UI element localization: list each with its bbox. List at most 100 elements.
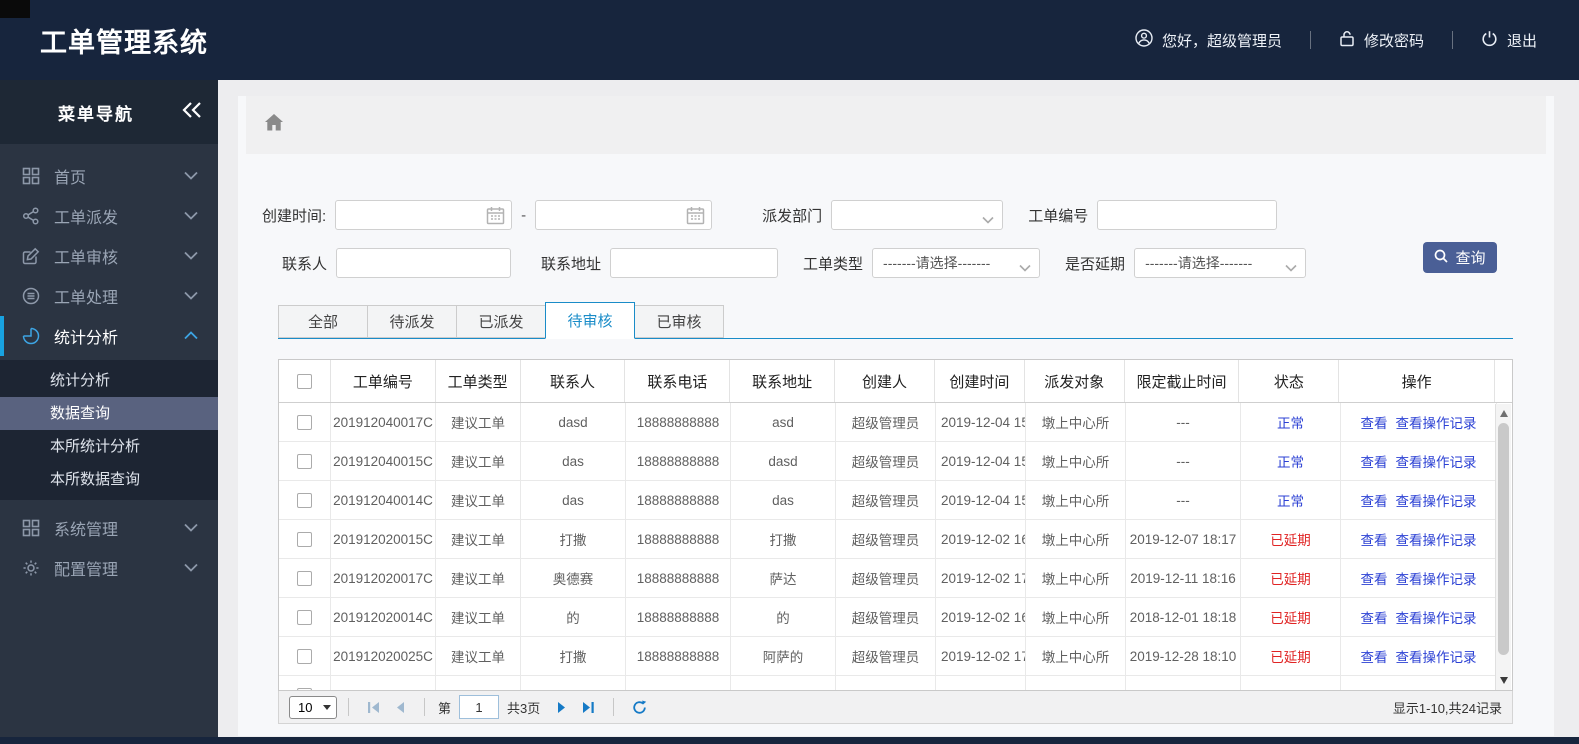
- table-row: 201912020025C 建议工单 打撒 18888888888 阿萨的 超级管理员 20…: [279, 637, 1497, 676]
- create-time-end-input[interactable]: [535, 200, 713, 230]
- sidebar-item-system[interactable]: 系统管理: [0, 508, 218, 548]
- query-button[interactable]: 查询: [1423, 242, 1497, 273]
- deadline: ---: [1176, 492, 1190, 508]
- phone: 18888888888: [636, 570, 720, 586]
- collapse-sidebar-icon[interactable]: [182, 102, 202, 123]
- view-link[interactable]: 查看: [1361, 412, 1388, 432]
- address: 打撒: [769, 533, 797, 548]
- calendar-icon[interactable]: [486, 206, 505, 229]
- calendar-icon[interactable]: [686, 206, 705, 229]
- divider: [1309, 31, 1311, 49]
- sidebar-item-review[interactable]: 工单审核: [0, 236, 218, 276]
- view-log-link[interactable]: 查看操作记录: [1396, 607, 1477, 627]
- scroll-down-arrow[interactable]: [1500, 677, 1508, 684]
- sidebar-item-statistics[interactable]: 统计分析: [0, 316, 218, 356]
- view-link[interactable]: 查看: [1361, 607, 1388, 627]
- page-number-input[interactable]: 1: [459, 695, 500, 719]
- view-link[interactable]: 查看: [1361, 451, 1388, 471]
- page-size-select[interactable]: 10: [289, 695, 337, 719]
- order-no-input[interactable]: [1097, 200, 1278, 230]
- sidebar-item-dispatch[interactable]: 工单派发: [0, 196, 218, 236]
- order-no-label: 工单编号: [1028, 207, 1089, 225]
- refresh-icon[interactable]: [632, 700, 647, 715]
- chevron-up-icon: [184, 327, 198, 345]
- row-checkbox[interactable]: [297, 492, 312, 508]
- grid-icon: [22, 167, 41, 186]
- sidebar-item-process[interactable]: 工单处理: [0, 276, 218, 316]
- create-time-start-input[interactable]: [335, 200, 513, 230]
- tab-to-dispatch[interactable]: 待派发: [367, 305, 457, 338]
- filter-form: 创建时间: - 派发部门 工单编号 联系人 联系地址 工单类型 -------请…: [238, 154, 1554, 278]
- orders-table: 工单编号 工单类型 联系人 联系电话 联系地址 创建人 创建时间 派发对象 限定…: [278, 359, 1513, 691]
- view-log-link[interactable]: 查看操作记录: [1396, 529, 1477, 549]
- divider: [613, 698, 615, 716]
- last-page-button[interactable]: [581, 701, 595, 714]
- scroll-up-arrow[interactable]: [1500, 410, 1508, 417]
- status-badge: 已延期: [1270, 650, 1311, 665]
- prev-page-button[interactable]: [395, 701, 406, 714]
- view-log-link[interactable]: 查看操作记录: [1396, 412, 1477, 432]
- row-checkbox[interactable]: [297, 648, 312, 664]
- contact-input[interactable]: [336, 248, 512, 278]
- row-checkbox[interactable]: [297, 570, 312, 586]
- phone: 18888888888: [636, 414, 720, 430]
- chevron-down-icon: [1285, 259, 1297, 275]
- row-checkbox[interactable]: [297, 687, 312, 690]
- row-checkbox[interactable]: [297, 414, 312, 430]
- database-icon: [22, 287, 41, 306]
- view-log-link[interactable]: 查看操作记录: [1396, 490, 1477, 510]
- contact: 打撒: [559, 533, 587, 548]
- chevron-down-icon: [184, 559, 198, 577]
- table-row: 201912020017C 建议工单 奥德赛 18888888888 萨达 超级管理员 20…: [279, 559, 1497, 598]
- dispatch-dept-label: 派发部门: [762, 207, 823, 225]
- logout-button[interactable]: 退出: [1481, 30, 1537, 51]
- created-time: 2019-12-02 17: [941, 648, 1026, 664]
- row-checkbox[interactable]: [297, 609, 312, 625]
- app-title: 工单管理系统: [40, 27, 208, 58]
- dispatch-target: 墩上中心所: [1041, 533, 1110, 548]
- next-page-button[interactable]: [556, 701, 567, 714]
- status-badge: 正常: [1277, 494, 1304, 509]
- change-password-button[interactable]: 修改密码: [1339, 30, 1424, 51]
- deadline: 2018-12-01 18:18: [1129, 609, 1237, 625]
- view-link[interactable]: 查看: [1361, 529, 1388, 549]
- dispatch-target: 墩上中心所: [1041, 650, 1110, 665]
- vertical-scrollbar[interactable]: [1495, 404, 1511, 690]
- view-link[interactable]: 查看: [1361, 568, 1388, 588]
- order-type-select[interactable]: -------请选择-------: [872, 248, 1041, 278]
- delay-select[interactable]: -------请选择-------: [1134, 248, 1307, 278]
- table-row: 201912040017C 建议工单 dasd 18888888888 asd 超级管理员…: [279, 403, 1497, 442]
- view-log-link[interactable]: 查看操作记录: [1396, 646, 1477, 666]
- divider: [424, 698, 425, 716]
- sidebar-item-home[interactable]: 首页: [0, 156, 218, 196]
- row-checkbox[interactable]: [297, 453, 312, 469]
- user-greeting[interactable]: 您好，超级管理员: [1135, 29, 1282, 51]
- order-no: 201912040017C: [333, 414, 433, 430]
- chevron-down-icon: [184, 167, 198, 185]
- view-link[interactable]: 查看: [1361, 490, 1388, 510]
- status-badge: 已延期: [1270, 533, 1311, 548]
- view-log-link[interactable]: 查看操作记录: [1396, 451, 1477, 471]
- tab-all[interactable]: 全部: [278, 305, 368, 338]
- scrollbar-thumb[interactable]: [1498, 423, 1509, 655]
- home-icon[interactable]: [264, 113, 284, 137]
- dispatch-dept-select[interactable]: [831, 200, 1004, 230]
- select-all-checkbox[interactable]: [296, 373, 312, 389]
- view-link[interactable]: 查看: [1361, 646, 1388, 666]
- sidebar-item-config[interactable]: 配置管理: [0, 548, 218, 588]
- row-checkbox[interactable]: [297, 531, 312, 547]
- submenu-item-office-statistics[interactable]: 本所统计分析: [0, 430, 218, 463]
- submenu-item-office-data-query[interactable]: 本所数据查询: [0, 463, 218, 496]
- created-time: 2019-12-04 15: [941, 414, 1026, 430]
- address-input[interactable]: [610, 248, 779, 278]
- tab-reviewed[interactable]: 已审核: [634, 305, 724, 338]
- order-type: 建议工单: [451, 650, 505, 665]
- submenu-item-statistics[interactable]: 统计分析: [0, 364, 218, 397]
- view-log-link[interactable]: 查看操作记录: [1396, 568, 1477, 588]
- first-page-button[interactable]: [367, 701, 381, 714]
- submenu-item-data-query[interactable]: 数据查询: [0, 397, 218, 430]
- order-type-label: 工单类型: [803, 255, 864, 273]
- chevron-down-icon: [184, 247, 198, 265]
- tab-to-review[interactable]: 待审核: [545, 302, 635, 339]
- tab-dispatched[interactable]: 已派发: [456, 305, 546, 338]
